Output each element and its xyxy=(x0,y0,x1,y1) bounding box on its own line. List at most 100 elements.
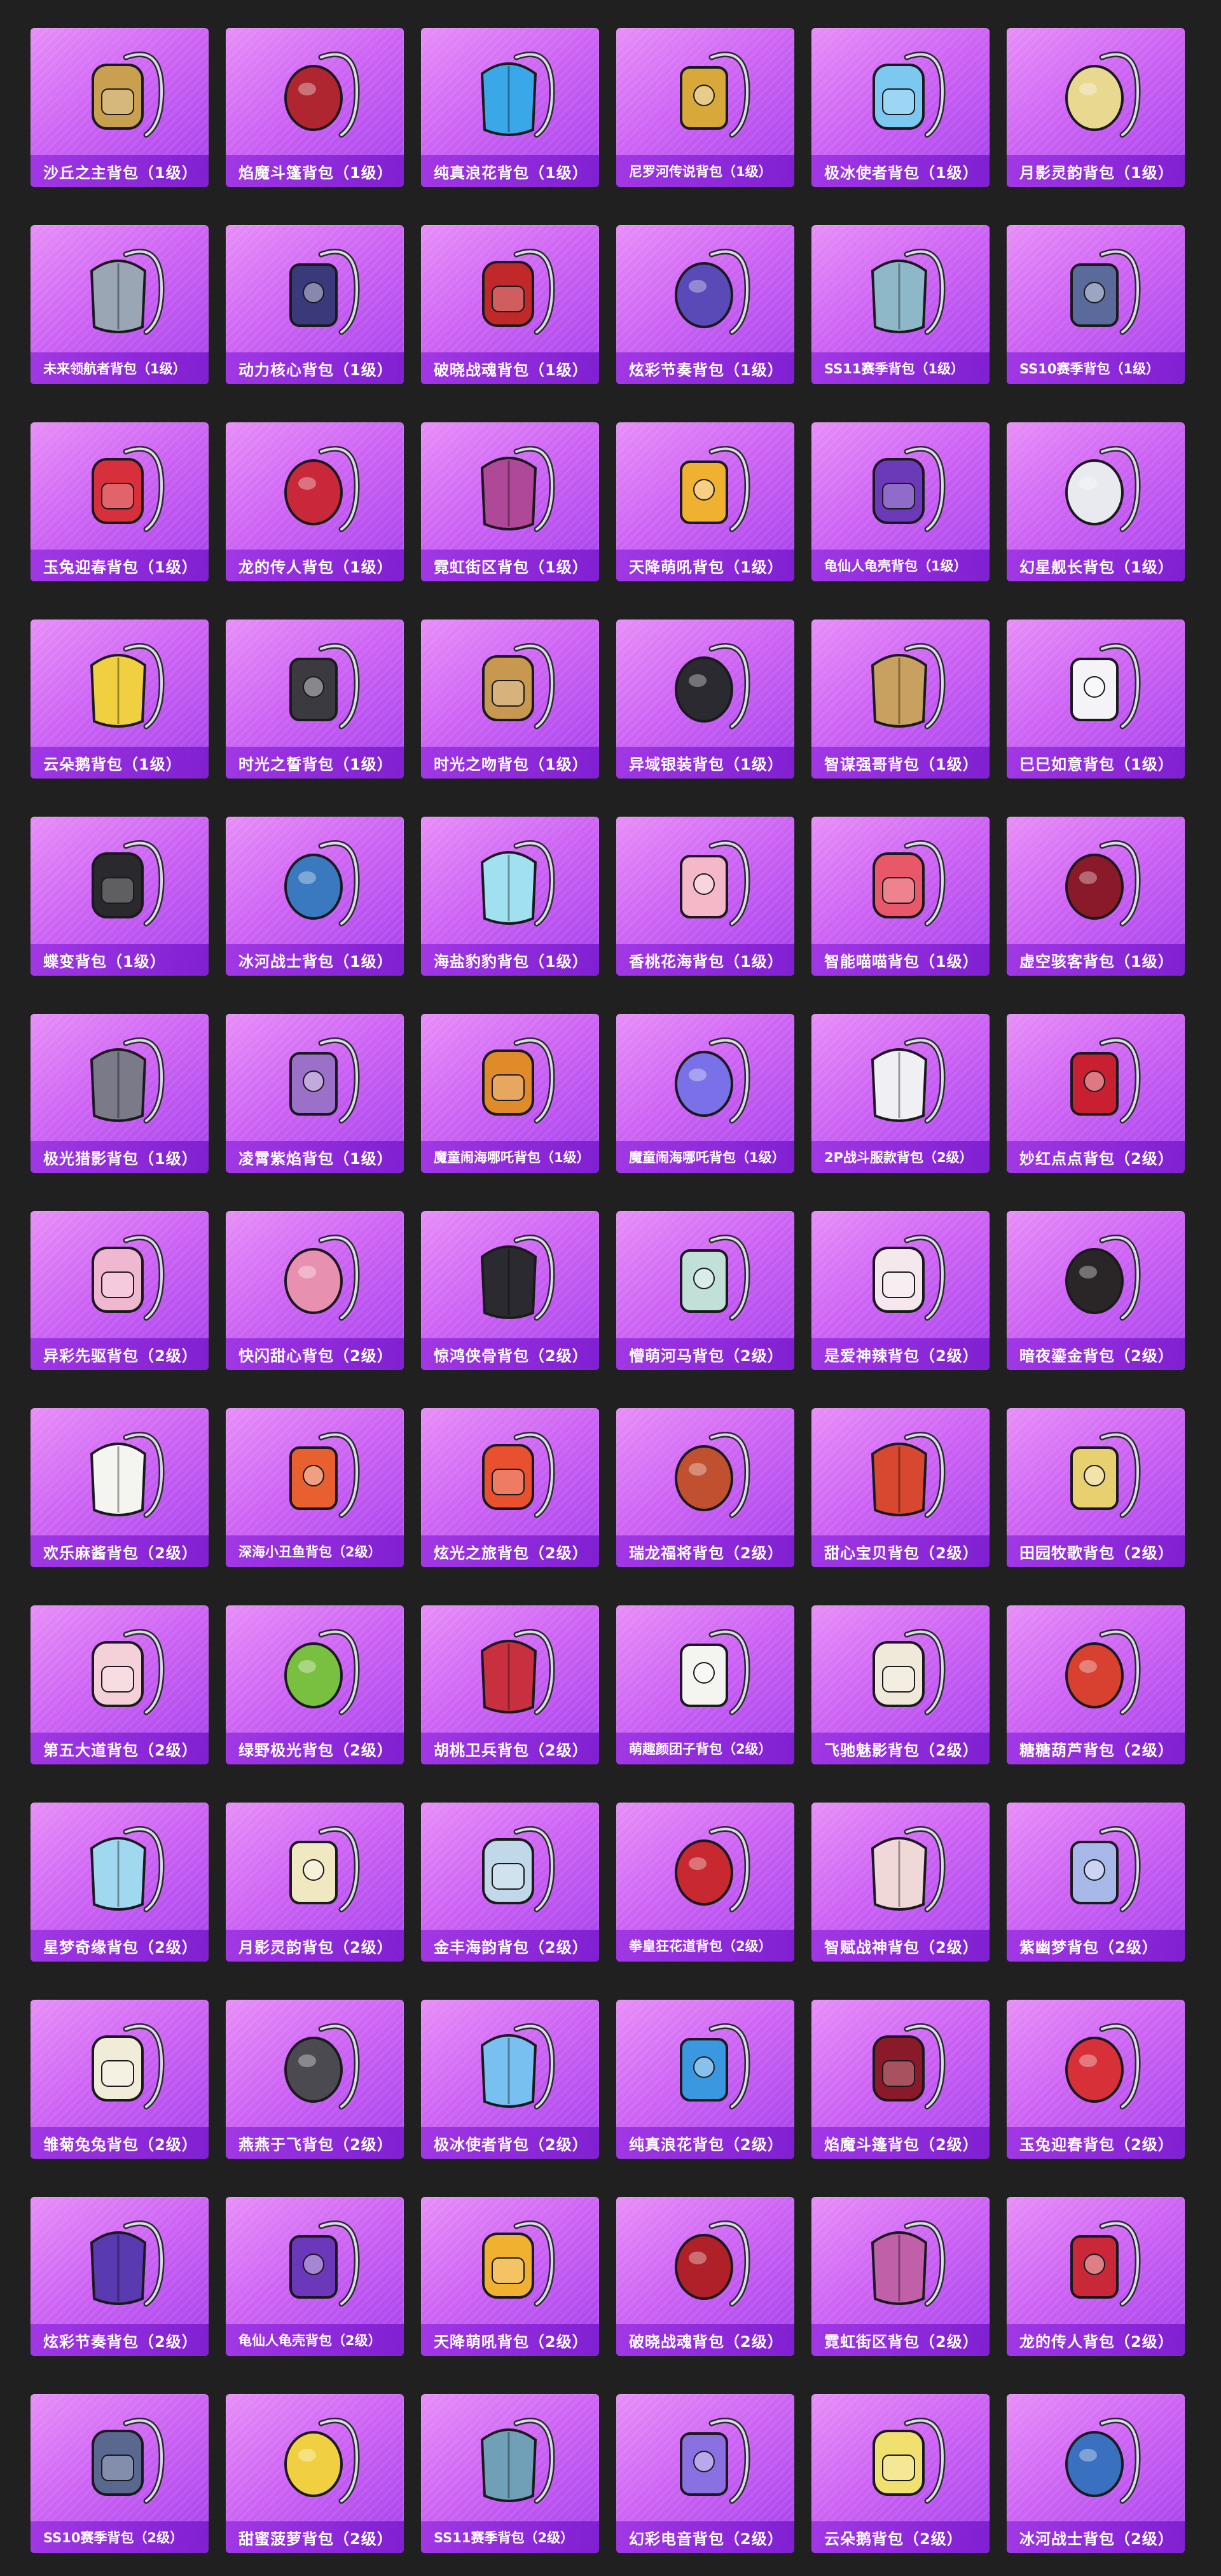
backpack-card[interactable]: 天降萌吼背包（1级） xyxy=(616,422,794,581)
backpack-card[interactable]: 冰河战士背包（2级） xyxy=(1007,2394,1185,2553)
backpack-card[interactable]: 虚空骇客背包（1级） xyxy=(1007,817,1185,976)
backpack-card[interactable]: 未来领航者背包（1级） xyxy=(31,225,209,384)
backpack-card[interactable]: 甜蜜菠萝背包（2级） xyxy=(226,2394,404,2553)
backpack-card[interactable]: 巳巳如意背包（1级） xyxy=(1007,620,1185,779)
backpack-name-strip: 甜心宝贝背包（2级） xyxy=(811,1535,990,1567)
backpack-card[interactable]: 2P战斗服款背包（2级） xyxy=(811,1014,990,1173)
backpack-card[interactable]: 凌霄紫焰背包（1级） xyxy=(226,1014,404,1173)
backpack-name-strip: SS10赛季背包（2级） xyxy=(31,2521,209,2553)
backpack-name: 焰魔斗篷背包（1级） xyxy=(238,163,393,182)
backpack-card[interactable]: 妙红点点背包（2级） xyxy=(1007,1014,1185,1173)
backpack-card[interactable]: 甜心宝贝背包（2级） xyxy=(811,1408,990,1567)
backpack-card[interactable]: 纯真浪花背包（2级） xyxy=(616,2000,794,2159)
backpack-card[interactable]: 海盐豹豹背包（1级） xyxy=(421,817,599,976)
backpack-card[interactable]: 龙的传人背包（1级） xyxy=(226,422,404,581)
backpack-card[interactable]: 星梦奇缘背包（2级） xyxy=(31,1803,209,1962)
backpack-icon xyxy=(680,2023,750,2110)
backpack-card[interactable]: 金丰海韵背包（2级） xyxy=(421,1803,599,1962)
backpack-card[interactable]: 纯真浪花背包（1级） xyxy=(421,28,599,187)
backpack-name-strip: 惊鸿侠骨背包（2级） xyxy=(421,1338,599,1370)
backpack-card[interactable]: 沙丘之主背包（1级） xyxy=(31,28,209,187)
backpack-card[interactable]: 炫彩节奏背包（1级） xyxy=(616,225,794,384)
backpack-card[interactable]: 破晓战魂背包（1级） xyxy=(421,225,599,384)
backpack-card[interactable]: 动力核心背包（1级） xyxy=(226,225,404,384)
backpack-name-strip: 糖糖葫芦背包（2级） xyxy=(1007,1733,1185,1764)
backpack-card[interactable]: 懵萌河马背包（2级） xyxy=(616,1211,794,1370)
backpack-card[interactable]: 田园牧歌背包（2级） xyxy=(1007,1408,1185,1567)
backpack-name: 时光之吻背包（1级） xyxy=(434,755,588,773)
backpack-card[interactable]: 玉兔迎春背包（2级） xyxy=(1007,2000,1185,2159)
backpack-card[interactable]: 龟仙人龟壳背包（1级） xyxy=(811,422,990,581)
backpack-card[interactable]: 幻星舰长背包（1级） xyxy=(1007,422,1185,581)
backpack-card[interactable]: 惊鸿侠骨背包（2级） xyxy=(421,1211,599,1370)
backpack-card[interactable]: 极光猎影背包（1级） xyxy=(31,1014,209,1173)
backpack-card[interactable]: 智能喵喵背包（1级） xyxy=(811,817,990,976)
backpack-card[interactable]: 紫幽梦背包（2级） xyxy=(1007,1803,1185,1962)
backpack-card[interactable]: 幻彩电音背包（2级） xyxy=(616,2394,794,2553)
backpack-card[interactable]: 龟仙人龟壳背包（2级） xyxy=(226,2197,404,2356)
backpack-card[interactable]: 异彩先驱背包（2级） xyxy=(31,1211,209,1370)
backpack-card[interactable]: 玉兔迎春背包（1级） xyxy=(31,422,209,581)
backpack-card[interactable]: 智谋强哥背包（1级） xyxy=(811,620,990,779)
backpack-card[interactable]: 绿野极光背包（2级） xyxy=(226,1605,404,1764)
backpack-card[interactable]: 异域银装背包（1级） xyxy=(616,620,794,779)
backpack-icon xyxy=(92,1235,165,1321)
backpack-card[interactable]: 破晓战魂背包（2级） xyxy=(616,2197,794,2356)
backpack-name: 凌霄紫焰背包（1级） xyxy=(238,1149,393,1168)
backpack-card[interactable]: 快闪甜心背包（2级） xyxy=(226,1211,404,1370)
backpack-card[interactable]: 天降萌吼背包（2级） xyxy=(421,2197,599,2356)
backpack-name: 惊鸿侠骨背包（2级） xyxy=(434,1347,588,1365)
backpack-card[interactable]: 是爱神辣背包（2级） xyxy=(811,1211,990,1370)
backpack-card[interactable]: 云朵鹅背包（1级） xyxy=(31,620,209,779)
backpack-icon xyxy=(92,446,165,532)
backpack-card[interactable]: 炫光之旅背包（2级） xyxy=(421,1408,599,1567)
backpack-card[interactable]: SS10赛季背包（1级） xyxy=(1007,225,1185,384)
backpack-card[interactable]: 时光之誓背包（1级） xyxy=(226,620,404,779)
backpack-card[interactable]: SS11赛季背包（2级） xyxy=(421,2394,599,2553)
backpack-card[interactable]: 霓虹街区背包（2级） xyxy=(811,2197,990,2356)
backpack-card[interactable]: 魔童闹海哪吒背包（1级） xyxy=(421,1014,599,1173)
backpack-card[interactable]: SS11赛季背包（1级） xyxy=(811,225,990,384)
backpack-card[interactable]: 糖糖葫芦背包（2级） xyxy=(1007,1605,1185,1764)
backpack-card[interactable]: 瑞龙福将背包（2级） xyxy=(616,1408,794,1567)
backpack-card[interactable]: 胡桃卫兵背包（2级） xyxy=(421,1605,599,1764)
backpack-name: 炫彩节奏背包（1级） xyxy=(629,361,783,379)
backpack-card[interactable]: 月影灵韵背包（1级） xyxy=(1007,28,1185,187)
backpack-name: 天降萌吼背包（1级） xyxy=(629,558,783,576)
backpack-card[interactable]: 尼罗河传说背包（1级） xyxy=(616,28,794,187)
backpack-name: 魔童闹海哪吒背包（1级） xyxy=(629,1150,785,1165)
backpack-card[interactable]: 魔童闹海哪吒背包（1级） xyxy=(616,1014,794,1173)
backpack-card[interactable]: 云朵鹅背包（2级） xyxy=(811,2394,990,2553)
backpack-card[interactable]: 智赋战神背包（2级） xyxy=(811,1803,990,1962)
backpack-card[interactable]: 萌趣颜团子背包（2级） xyxy=(616,1605,794,1764)
backpack-card[interactable]: 时光之吻背包（1级） xyxy=(421,620,599,779)
backpack-card[interactable]: 焰魔斗篷背包（1级） xyxy=(226,28,404,187)
backpack-name: 快闪甜心背包（2级） xyxy=(238,1347,393,1365)
backpack-card[interactable]: 香桃花海背包（1级） xyxy=(616,817,794,976)
backpack-card[interactable]: 深海小丑鱼背包（2级） xyxy=(226,1408,404,1567)
backpack-name: SS11赛季背包（2级） xyxy=(434,2530,574,2545)
backpack-card[interactable]: 雏菊兔兔背包（2级） xyxy=(31,2000,209,2159)
backpack-card[interactable]: 极冰使者背包（1级） xyxy=(811,28,990,187)
backpack-card[interactable]: 霓虹街区背包（1级） xyxy=(421,422,599,581)
backpack-card[interactable]: 炫彩节奏背包（2级） xyxy=(31,2197,209,2356)
backpack-card[interactable]: 飞驰魅影背包（2级） xyxy=(811,1605,990,1764)
backpack-name-strip: 极冰使者背包（1级） xyxy=(811,155,990,187)
backpack-card[interactable]: 龙的传人背包（2级） xyxy=(1007,2197,1185,2356)
backpack-name-strip: 巳巳如意背包（1级） xyxy=(1007,747,1185,779)
backpack-card[interactable]: 冰河战士背包（1级） xyxy=(226,817,404,976)
backpack-card[interactable]: 焰魔斗篷背包（2级） xyxy=(811,2000,990,2159)
backpack-card[interactable]: 燕燕于飞背包（2级） xyxy=(226,2000,404,2159)
backpack-card[interactable]: 蝶变背包（1级） xyxy=(31,817,209,976)
backpack-card[interactable]: 极冰使者背包（2级） xyxy=(421,2000,599,2159)
backpack-card[interactable]: 拳皇狂花道背包（2级） xyxy=(616,1803,794,1962)
backpack-card[interactable]: 月影灵韵背包（2级） xyxy=(226,1803,404,1962)
backpack-name-strip: 月影灵韵背包（2级） xyxy=(226,1930,404,1962)
backpack-card[interactable]: 暗夜鎏金背包（2级） xyxy=(1007,1211,1185,1370)
backpack-name-strip: 蝶变背包（1级） xyxy=(31,944,209,976)
backpack-name-strip: 异域银装背包（1级） xyxy=(616,747,794,779)
backpack-card[interactable]: 欢乐麻酱背包（2级） xyxy=(31,1408,209,1567)
backpack-card[interactable]: SS10赛季背包（2级） xyxy=(31,2394,209,2553)
backpack-name: 胡桃卫兵背包（2级） xyxy=(434,1741,588,1759)
backpack-card[interactable]: 第五大道背包（2级） xyxy=(31,1605,209,1764)
